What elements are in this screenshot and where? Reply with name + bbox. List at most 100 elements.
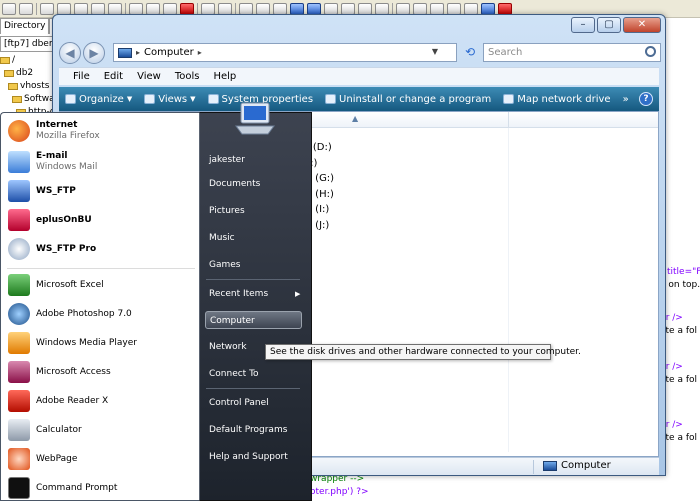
abc-icon[interactable]	[375, 2, 389, 15]
close-button[interactable]: ✕	[623, 17, 661, 33]
toolbar-separator	[392, 2, 393, 15]
search-icon[interactable]	[645, 46, 656, 57]
tree-item[interactable]: /	[0, 54, 58, 67]
help-icon[interactable]	[481, 2, 495, 15]
recent-windows-media-player[interactable]: Windows Media Player	[8, 332, 193, 354]
address-dropdown-icon[interactable]: ▼	[432, 47, 438, 56]
tree-item[interactable]: vhosts	[0, 80, 58, 93]
recent-microsoft-access[interactable]: Microsoft Access	[8, 361, 193, 383]
recent-command-prompt[interactable]: Command Prompt	[8, 477, 193, 499]
minimize-button[interactable]: –	[571, 17, 595, 33]
media-player-icon	[8, 332, 30, 354]
spellcheck-icon[interactable]	[91, 2, 105, 15]
help-icon[interactable]: ?	[639, 92, 653, 106]
start-connect-to[interactable]: Connect To	[209, 365, 304, 383]
folder-icon	[0, 57, 10, 64]
views-button[interactable]: Views ▼	[144, 94, 196, 105]
tree-item[interactable]: Softwa	[0, 93, 58, 106]
clipboard-icon[interactable]	[464, 2, 478, 15]
toolbar-separator	[125, 2, 126, 15]
breadcrumb-computer[interactable]: Computer	[144, 47, 194, 58]
copy-icon[interactable]	[146, 2, 160, 15]
recent-adobe-reader[interactable]: Adobe Reader X	[8, 390, 193, 412]
menu-help[interactable]: Help	[213, 71, 236, 82]
close-icon[interactable]	[498, 2, 512, 15]
menu-file[interactable]: File	[73, 71, 90, 82]
system-properties-icon	[207, 94, 219, 104]
cut-icon[interactable]	[129, 2, 143, 15]
find-icon[interactable]	[108, 2, 122, 15]
pinned-eplusonbu[interactable]: eplusOnBU	[8, 209, 193, 231]
tab-directory[interactable]: Directory	[0, 18, 50, 34]
pinned-ws-ftp[interactable]: WS_FTP	[8, 180, 193, 202]
network-drive-icon	[503, 94, 515, 104]
command-bar: Organize ▼ Views ▼ System properties Unins…	[59, 87, 659, 111]
undo-icon[interactable]	[201, 2, 215, 15]
recent-adobe-photoshop[interactable]: Adobe Photoshop 7.0	[8, 303, 193, 325]
ftp-connection-label[interactable]: [ftp7] dbemail	[0, 36, 58, 52]
recent-microsoft-excel[interactable]: Microsoft Excel	[8, 274, 193, 296]
forward-button[interactable]: ▶	[83, 42, 105, 64]
recent-calculator[interactable]: Calculator	[8, 419, 193, 441]
more-commands-button[interactable]: »	[623, 94, 629, 105]
mail-icon	[8, 151, 30, 173]
recent-webpage[interactable]: WebPage	[8, 448, 193, 470]
open-file-icon[interactable]	[19, 2, 33, 15]
page-icon[interactable]	[413, 2, 427, 15]
maximize-button[interactable]: ▢	[597, 17, 621, 33]
format-icon[interactable]	[290, 2, 304, 15]
column-divider[interactable]	[508, 112, 509, 128]
start-games[interactable]: Games	[209, 256, 304, 274]
menu-edit[interactable]: Edit	[104, 71, 123, 82]
replace-icon[interactable]	[256, 2, 270, 15]
pane-divider	[508, 128, 509, 452]
address-bar[interactable]: ▸ Computer ▸ ▼	[113, 43, 457, 62]
breadcrumb-arrow-icon[interactable]: ▸	[198, 48, 202, 57]
code-line: e on top.	[660, 280, 700, 290]
pinned-internet[interactable]: Internet Mozilla Firefox	[8, 120, 193, 142]
pinned-ws-ftp-pro[interactable]: WS_FTP Pro	[8, 238, 193, 260]
start-control-panel[interactable]: Control Panel	[209, 394, 304, 412]
uninstall-program-button[interactable]: Uninstall or change a program	[325, 94, 491, 105]
window-icon[interactable]	[430, 2, 444, 15]
start-music[interactable]: Music	[209, 229, 304, 247]
breadcrumb-arrow-icon[interactable]: ▸	[136, 48, 140, 57]
start-default-programs[interactable]: Default Programs	[209, 421, 304, 439]
start-documents[interactable]: Documents	[209, 175, 304, 193]
indent-icon[interactable]	[273, 2, 287, 15]
column-icon[interactable]	[324, 2, 338, 15]
search-input[interactable]: Search	[483, 43, 661, 62]
start-computer[interactable]: Computer	[205, 311, 302, 329]
highlight-icon[interactable]	[239, 2, 253, 15]
toolbar-separator	[36, 2, 37, 15]
toolbar-separator	[235, 2, 236, 15]
back-button[interactable]: ◀	[59, 42, 81, 64]
start-recent-items[interactable]: Recent Items	[209, 285, 304, 303]
monitor-icon[interactable]	[447, 2, 461, 15]
block-icon[interactable]	[341, 2, 355, 15]
code-editor-visible-fragment: " title="F e on top. br /> ate a fol br …	[660, 260, 700, 460]
menu-tools[interactable]: Tools	[175, 71, 200, 82]
start-user-jakester[interactable]: jakester	[209, 151, 304, 169]
print-icon[interactable]	[57, 2, 71, 15]
word-wrap-icon[interactable]	[307, 2, 321, 15]
refresh-icon[interactable]: ⟲	[461, 43, 479, 62]
tree-item[interactable]: db2	[0, 67, 58, 80]
preview-icon[interactable]	[74, 2, 88, 15]
start-menu-places-pane	[199, 112, 312, 501]
pinned-email[interactable]: E-mail Windows Mail	[8, 151, 193, 173]
start-help-and-support[interactable]: Help and Support	[209, 448, 304, 466]
redo-icon[interactable]	[218, 2, 232, 15]
code-line: " title="F	[660, 267, 700, 277]
map-network-drive-button[interactable]: Map network drive	[503, 94, 611, 105]
menu-view[interactable]: View	[137, 71, 161, 82]
ruler-icon[interactable]	[358, 2, 372, 15]
save-icon[interactable]	[40, 2, 54, 15]
start-pictures[interactable]: Pictures	[209, 202, 304, 220]
reader-icon	[8, 390, 30, 412]
delete-icon[interactable]	[180, 2, 194, 15]
paste-icon[interactable]	[163, 2, 177, 15]
document-icon[interactable]	[396, 2, 410, 15]
organize-button[interactable]: Organize ▼	[65, 94, 132, 105]
new-file-icon[interactable]	[2, 2, 16, 15]
